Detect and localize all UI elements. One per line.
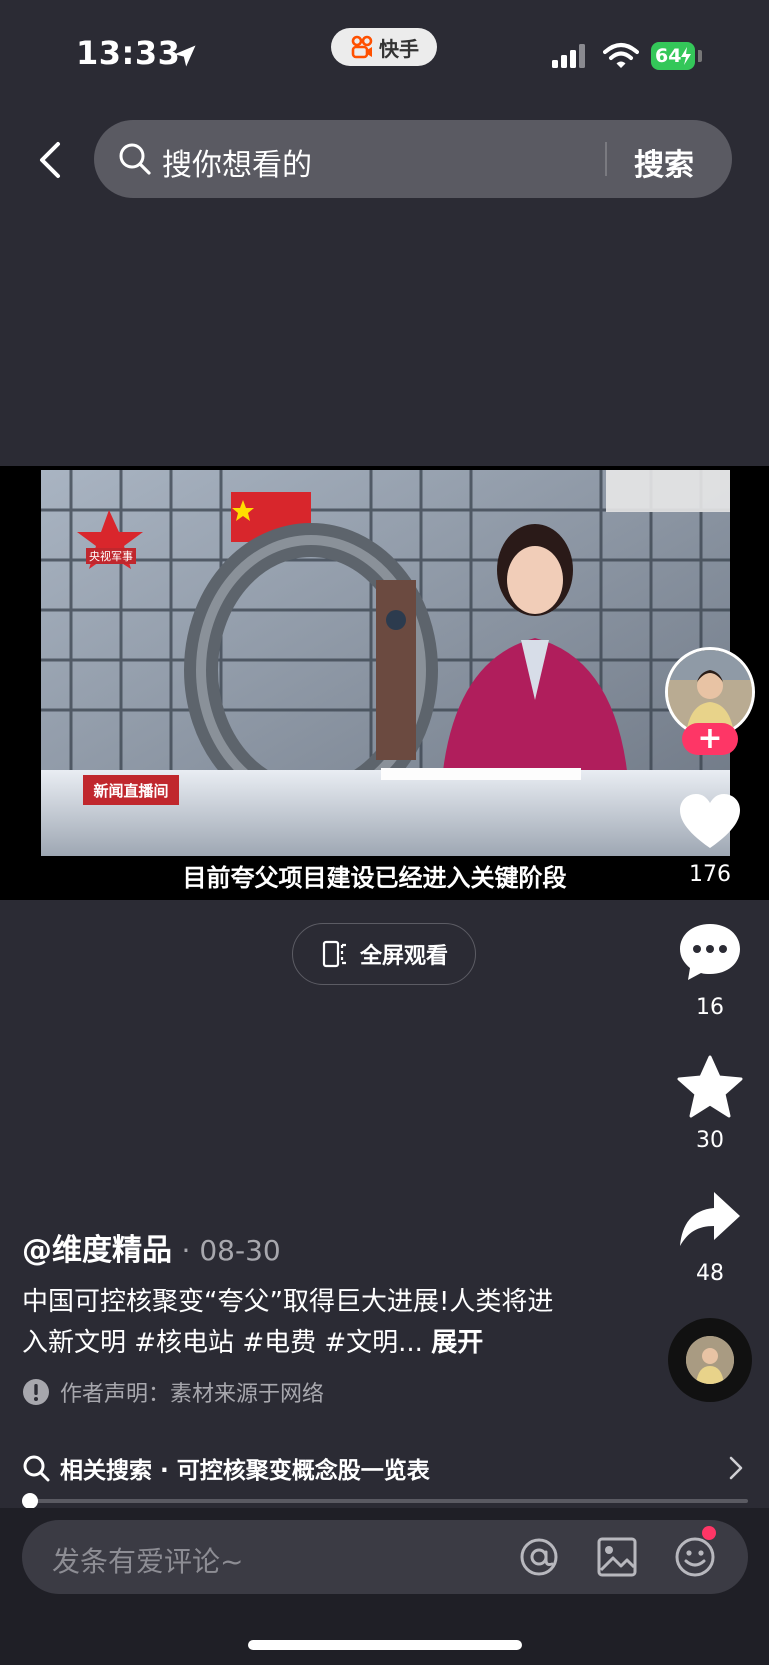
location-arrow-icon <box>174 45 196 67</box>
comment-bubble-icon[interactable] <box>676 920 744 984</box>
chevron-right-icon <box>729 1456 743 1480</box>
kuaishou-logo-icon <box>351 35 373 59</box>
related-search-label: 相关搜索 · 可控核聚变概念股一览表 <box>60 1458 430 1484</box>
search-input[interactable]: 搜你想看的 <box>162 140 312 184</box>
charging-bolt-icon <box>681 47 691 65</box>
rotate-screen-icon <box>322 940 346 968</box>
related-search[interactable]: 相关搜索 · 可控核聚变概念股一览表 <box>22 1448 746 1488</box>
star-icon[interactable] <box>676 1055 744 1119</box>
playback-progress-bar[interactable] <box>30 1499 748 1503</box>
search-button[interactable]: 搜索 <box>634 140 694 184</box>
like-count: 176 <box>689 862 731 887</box>
status-bar: 13:33 快手 64 <box>0 0 769 110</box>
post-date: · 08-30 <box>181 1234 281 1267</box>
notification-dot <box>702 1526 716 1540</box>
search-divider <box>605 142 607 176</box>
battery-level: 64 <box>655 45 682 67</box>
expand-link[interactable]: 展开 <box>431 1328 483 1358</box>
status-time: 13:33 <box>76 34 181 72</box>
home-indicator <box>248 1640 522 1650</box>
exclamation-icon <box>23 1379 49 1405</box>
music-cover-art <box>686 1336 734 1384</box>
music-cover-image <box>686 1336 734 1384</box>
cellular-signal-icon <box>552 44 585 68</box>
emoji-icon[interactable] <box>672 1536 718 1578</box>
app-badge[interactable]: 快手 <box>331 28 437 66</box>
search-bar[interactable]: 搜你想看的 搜索 <box>94 120 732 198</box>
heart-icon[interactable] <box>676 790 744 854</box>
program-logo-text: 新闻直播间 <box>93 782 168 800</box>
share-count: 48 <box>696 1261 724 1286</box>
share-arrow-icon[interactable] <box>676 1188 744 1252</box>
author-notice: 作者声明：素材来源于网络 <box>22 1376 324 1408</box>
music-disc[interactable] <box>668 1318 752 1402</box>
back-chevron-icon[interactable] <box>30 138 70 182</box>
channel-logo-text: 央视军事 <box>89 549 133 563</box>
video-frame[interactable]: 央视军事 新闻直播间 <box>41 470 730 856</box>
news-broadcast-image: 央视军事 新闻直播间 <box>41 470 730 856</box>
video-subtitle: 目前夸父项目建设已经进入关键阶段 <box>182 864 567 892</box>
progress-knob[interactable] <box>22 1493 38 1509</box>
author-name[interactable]: @维度精品 <box>22 1233 172 1268</box>
comment-placeholder: 发条有爱评论~ <box>52 1545 244 1578</box>
comment-input[interactable]: 发条有爱评论~ <box>22 1520 748 1594</box>
at-mention-icon[interactable] <box>516 1536 562 1578</box>
fullscreen-label: 全屏观看 <box>359 944 448 969</box>
comment-count: 16 <box>696 995 724 1020</box>
battery-cap <box>698 50 702 62</box>
search-icon <box>119 143 151 175</box>
follow-button[interactable]: + <box>682 723 738 755</box>
favorite-count: 30 <box>696 1128 724 1153</box>
wifi-icon <box>603 43 639 68</box>
fullscreen-button[interactable]: 全屏观看 <box>292 923 476 985</box>
image-icon[interactable] <box>594 1536 640 1578</box>
post-description: 中国可控核聚变“夸父”取得巨大进展!人类将进入新文明 #核电站 #电费 #文明.… <box>22 1282 562 1364</box>
author-line: @维度精品 · 08-30 <box>22 1225 281 1269</box>
battery-indicator: 64 <box>651 42 695 70</box>
search-icon <box>23 1455 50 1482</box>
notice-text: 作者声明：素材来源于网络 <box>60 1382 325 1407</box>
app-label: 快手 <box>379 36 419 61</box>
